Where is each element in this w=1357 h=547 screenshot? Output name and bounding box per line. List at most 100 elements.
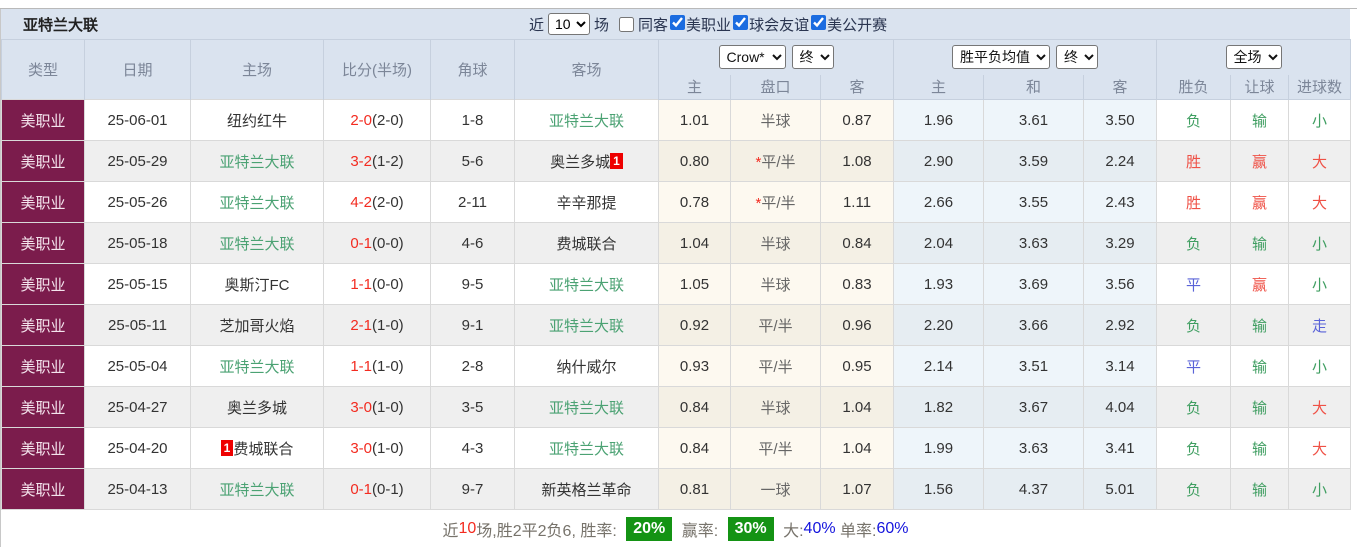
- goals-result-cell: 小: [1289, 469, 1351, 510]
- filter-label-mls: 美职业: [686, 17, 731, 34]
- fulltime-score: 0-1: [350, 235, 372, 252]
- europe-home-odds-cell: 2.90: [894, 141, 984, 182]
- winloss-result-cell: 负: [1157, 305, 1231, 346]
- score-cell: 2-0(2-0): [324, 100, 431, 141]
- winloss-result-cell: 胜: [1157, 182, 1231, 223]
- europe-odds-select[interactable]: 胜平负均值: [952, 45, 1050, 69]
- handicap-line-cell: 半球: [731, 100, 821, 141]
- asian-away-odds-cell: 1.08: [821, 141, 894, 182]
- match-date-cell: 25-04-27: [85, 387, 191, 428]
- asian-home-odds-cell: 0.80: [659, 141, 731, 182]
- recent-count-select[interactable]: 10: [548, 13, 590, 35]
- fulltime-score: 2-1: [350, 317, 372, 334]
- europe-away-odds-cell: 3.29: [1084, 223, 1157, 264]
- match-history-table: 类型 日期 主场 比分(半场) 角球 客场 Crow*终 胜平负均值终 全场 主…: [1, 39, 1351, 510]
- summary-text: 10: [459, 520, 477, 538]
- filter-checkbox-open-cup[interactable]: [811, 15, 826, 30]
- winloss-result-cell: 负: [1157, 387, 1231, 428]
- asian-home-odds-cell: 1.01: [659, 100, 731, 141]
- europe-draw-odds-cell: 3.66: [984, 305, 1084, 346]
- handicap-line-cell: 平/半: [731, 346, 821, 387]
- filter-checkbox-friendly[interactable]: [733, 15, 748, 30]
- winloss-result-cell: 负: [1157, 223, 1231, 264]
- winloss-result-cell: 平: [1157, 264, 1231, 305]
- team-name: 新英格兰革命: [541, 482, 631, 499]
- score-cell: 1-1(1-0): [324, 346, 431, 387]
- filter-checkbox-mls[interactable]: [670, 15, 685, 30]
- summary-text: 赢率:: [677, 517, 722, 541]
- top-strip: [0, 0, 1357, 9]
- handicap-result-cell: 输: [1231, 223, 1289, 264]
- europe-away-odds-cell: 5.01: [1084, 469, 1157, 510]
- handicap-result-cell: 输: [1231, 100, 1289, 141]
- goals-result-cell: 小: [1289, 223, 1351, 264]
- home-team-cell: 亚特兰大联: [191, 346, 324, 387]
- summary-text: 单率:: [836, 517, 877, 541]
- league-type-cell: 美职业: [2, 141, 85, 182]
- corner-cell: 4-3: [431, 428, 515, 469]
- europe-odds-state-select[interactable]: 终: [1056, 45, 1098, 69]
- summary-bar: 近10场,胜2平2负6, 胜率: 20% 赢率: 30% 大:40% 单率:60…: [1, 510, 1350, 547]
- fulltime-score: 3-0: [350, 440, 372, 457]
- team-name: 辛辛那提: [556, 195, 616, 212]
- handicap-line-cell: *平/半: [731, 141, 821, 182]
- yellow-card-badge: 1: [221, 440, 234, 456]
- line-changed-star: *: [755, 195, 761, 212]
- europe-draw-odds-cell: 3.55: [984, 182, 1084, 223]
- team-name: 亚特兰大联: [549, 277, 624, 294]
- home-team-cell: 亚特兰大联: [191, 469, 324, 510]
- panel-header: 亚特兰大联 近 10 场 同客 美职业球会友谊美公开赛: [1, 9, 1350, 39]
- same-venue-checkbox[interactable]: [619, 17, 634, 32]
- summary-text: 40%: [804, 520, 836, 538]
- odds-company-select[interactable]: Crow*: [719, 45, 786, 69]
- handicap-result-cell: 输: [1231, 469, 1289, 510]
- col-home: 主场: [191, 40, 324, 100]
- team-name: 奥兰多城: [550, 154, 610, 171]
- asian-home-odds-cell: 0.81: [659, 469, 731, 510]
- corner-cell: 2-11: [431, 182, 515, 223]
- league-type-cell: 美职业: [2, 346, 85, 387]
- asian-home-odds-cell: 1.05: [659, 264, 731, 305]
- goals-result-cell: 大: [1289, 428, 1351, 469]
- league-type-cell: 美职业: [2, 264, 85, 305]
- asian-away-odds-cell: 1.04: [821, 387, 894, 428]
- table-row: 美职业25-05-18亚特兰大联0-1(0-0)4-6费城联合1.04半球0.8…: [2, 223, 1351, 264]
- europe-home-odds-cell: 1.99: [894, 428, 984, 469]
- goals-result-cell: 大: [1289, 141, 1351, 182]
- home-team-cell: 纽约红牛: [191, 100, 324, 141]
- europe-home-odds-cell: 1.56: [894, 469, 984, 510]
- team-name: 费城联合: [233, 441, 293, 458]
- yellow-card-badge: 1: [610, 153, 623, 169]
- europe-away-odds-cell: 3.56: [1084, 264, 1157, 305]
- filter-controls: 近 10 场 同客 美职业球会友谊美公开赛: [529, 13, 887, 35]
- asian-away-odds-cell: 0.83: [821, 264, 894, 305]
- handicap-line-cell: 平/半: [731, 428, 821, 469]
- europe-draw-odds-cell: 3.63: [984, 223, 1084, 264]
- odds-company-state-select[interactable]: 终: [792, 45, 834, 69]
- europe-odds-header: 胜平负均值终: [894, 40, 1157, 75]
- header-select-row: 类型 日期 主场 比分(半场) 角球 客场 Crow*终 胜平负均值终 全场: [2, 40, 1351, 75]
- corner-cell: 5-6: [431, 141, 515, 182]
- subcol-europe-home: 主: [894, 75, 984, 100]
- europe-home-odds-cell: 2.04: [894, 223, 984, 264]
- asian-away-odds-cell: 1.11: [821, 182, 894, 223]
- scope-select[interactable]: 全场: [1226, 45, 1282, 69]
- handicap-result-cell: 输: [1231, 305, 1289, 346]
- league-type-cell: 美职业: [2, 223, 85, 264]
- asian-home-odds-cell: 0.84: [659, 428, 731, 469]
- corner-cell: 9-1: [431, 305, 515, 346]
- handicap-line-cell: 半球: [731, 223, 821, 264]
- team-name: 亚特兰大联: [549, 318, 624, 335]
- match-date-cell: 25-04-20: [85, 428, 191, 469]
- filter-label-friendly: 球会友谊: [749, 17, 809, 34]
- table-row: 美职业25-06-01纽约红牛2-0(2-0)1-8亚特兰大联1.01半球0.8…: [2, 100, 1351, 141]
- halftime-score: (1-0): [372, 317, 404, 334]
- col-away: 客场: [515, 40, 659, 100]
- home-team-cell: 奥斯汀FC: [191, 264, 324, 305]
- table-row: 美职业25-05-26亚特兰大联4-2(2-0)2-11辛辛那提0.78*平/半…: [2, 182, 1351, 223]
- europe-away-odds-cell: 3.14: [1084, 346, 1157, 387]
- subcol-handicap: 盘口: [731, 75, 821, 100]
- europe-draw-odds-cell: 3.67: [984, 387, 1084, 428]
- asian-away-odds-cell: 1.04: [821, 428, 894, 469]
- team-name: 芝加哥火焰: [219, 318, 294, 335]
